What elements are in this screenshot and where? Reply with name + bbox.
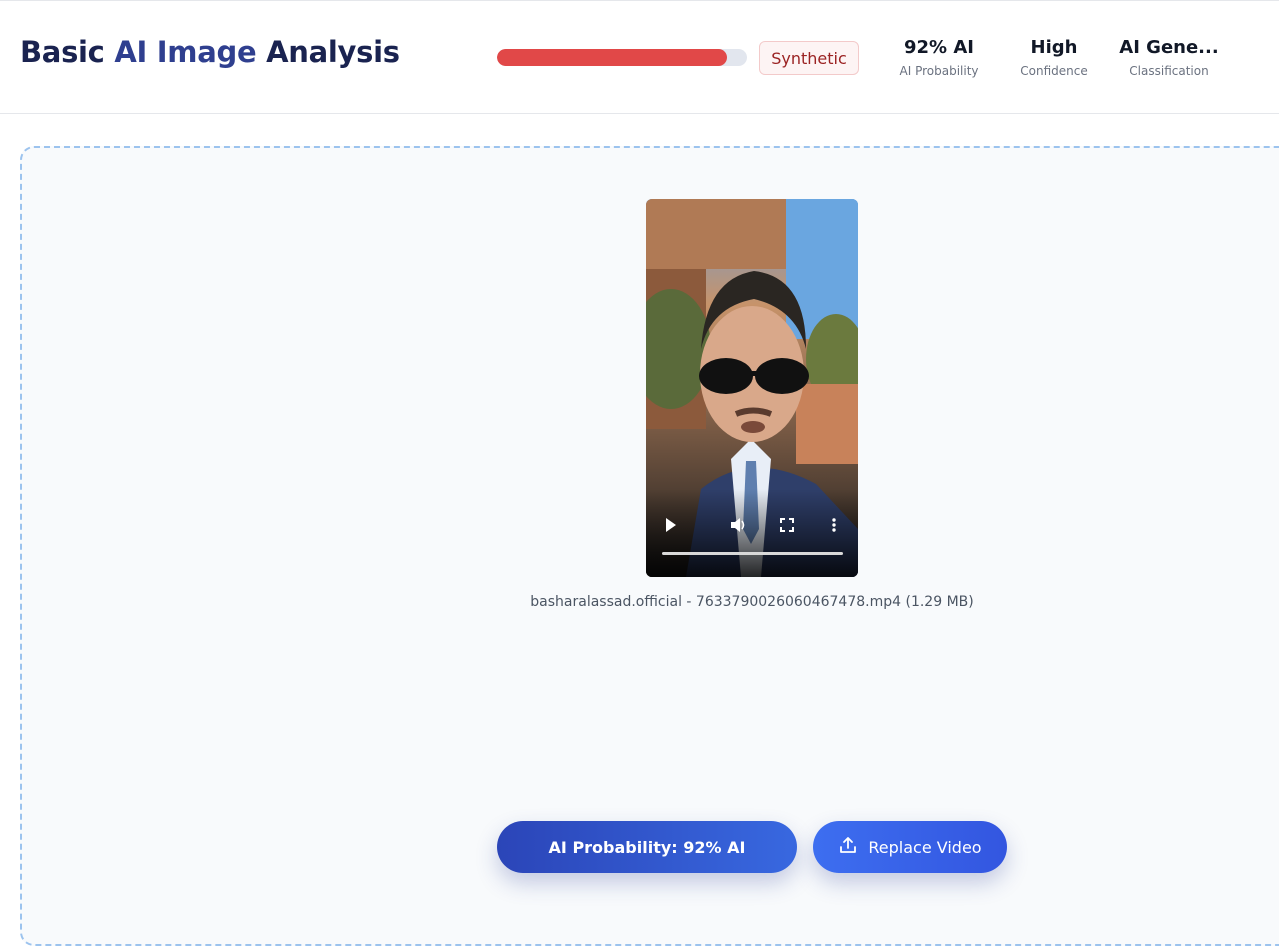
more-options-icon[interactable] (831, 517, 837, 538)
stat-confidence: High Confidence (994, 37, 1114, 78)
ai-probability-bar (497, 49, 747, 66)
stat-value: High (1030, 37, 1078, 58)
synthetic-badge: Synthetic (759, 41, 859, 75)
page-title: Basic AI Image Analysis (20, 35, 400, 69)
title-suffix: Analysis (256, 35, 400, 69)
replace-video-button[interactable]: Replace Video (813, 821, 1007, 873)
ai-probability-button-label: AI Probability: 92% AI (548, 837, 746, 857)
replace-video-button-label: Replace Video (868, 837, 982, 857)
volume-icon[interactable] (730, 517, 748, 538)
ai-probability-bar-fill (497, 49, 727, 66)
title-accent: AI Image (114, 35, 257, 69)
analysis-header: Basic AI Image Analysis Synthetic 92% AI… (0, 0, 1279, 114)
title-prefix: Basic (20, 35, 115, 69)
stat-ai-probability: 92% AI AI Probability (879, 37, 999, 78)
stat-label: AI Probability (899, 64, 979, 78)
upload-icon (838, 835, 858, 859)
stat-value: 92% AI (904, 37, 974, 58)
video-file-caption: basharalassad.official - 763379002606046… (0, 594, 1279, 610)
file-name-text: basharalassad.official - 763379002606046… (530, 594, 974, 610)
play-icon[interactable] (664, 517, 678, 538)
video-progress-bar[interactable] (662, 552, 843, 555)
fullscreen-icon[interactable] (779, 517, 795, 538)
stat-value: AI Gene... (1119, 37, 1219, 58)
stat-label: Confidence (1020, 64, 1088, 78)
stat-classification: AI Gene... Classification (1109, 37, 1229, 78)
ai-probability-button[interactable]: AI Probability: 92% AI (497, 821, 797, 873)
stat-label: Classification (1129, 64, 1209, 78)
